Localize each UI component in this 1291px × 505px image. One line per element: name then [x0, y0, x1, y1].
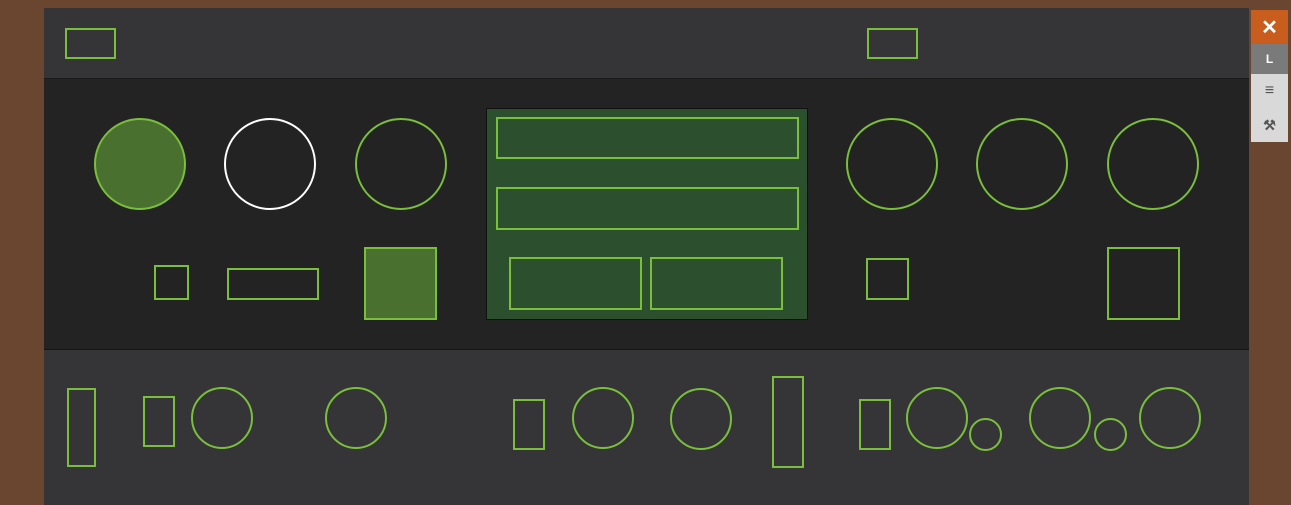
bottom-knob-small-2[interactable] — [1094, 418, 1127, 451]
tools-icon: ⚒ — [1263, 116, 1276, 133]
main-panel — [44, 79, 1249, 350]
bottom-knob-3[interactable] — [572, 387, 634, 449]
close-icon: ✕ — [1261, 16, 1278, 39]
bottom-toggle-1[interactable] — [143, 396, 175, 447]
pad-button-active[interactable] — [364, 247, 437, 320]
display-field-2[interactable] — [496, 187, 799, 230]
device-panel — [44, 8, 1249, 505]
bottom-knob-6[interactable] — [1029, 387, 1091, 449]
close-button[interactable]: ✕ — [1251, 10, 1288, 44]
left-rack-rail — [0, 0, 44, 505]
switch-left[interactable] — [227, 268, 319, 300]
lock-button[interactable]: L — [1251, 44, 1288, 74]
top-strip — [44, 8, 1249, 79]
display-field-1[interactable] — [496, 117, 799, 159]
lock-label: L — [1265, 52, 1274, 66]
small-toggle-right[interactable] — [866, 258, 909, 300]
bottom-fader-2[interactable] — [772, 376, 804, 468]
knob-2[interactable] — [224, 118, 316, 210]
bottom-toggle-2[interactable] — [513, 399, 545, 450]
bottom-knob-small-1[interactable] — [969, 418, 1002, 451]
pad-button-right[interactable] — [1107, 247, 1180, 320]
bottom-strip — [44, 350, 1249, 505]
menu-icon: ≡ — [1264, 82, 1275, 99]
knob-1[interactable] — [94, 118, 186, 210]
bottom-fader-1[interactable] — [67, 388, 96, 467]
bottom-toggle-3[interactable] — [859, 399, 891, 450]
display-button-right[interactable] — [650, 257, 783, 310]
knob-3[interactable] — [355, 118, 447, 210]
center-display — [486, 108, 808, 320]
bottom-knob-7[interactable] — [1139, 387, 1201, 449]
knob-5[interactable] — [976, 118, 1068, 210]
bottom-knob-2[interactable] — [325, 387, 387, 449]
bottom-knob-4[interactable] — [670, 388, 732, 450]
side-toolbar: ✕ L ≡ ⚒ — [1251, 10, 1288, 142]
menu-button[interactable]: ≡ — [1251, 74, 1288, 108]
top-right-button[interactable] — [867, 28, 918, 59]
tools-button[interactable]: ⚒ — [1251, 108, 1288, 142]
small-toggle-left[interactable] — [154, 265, 189, 300]
knob-6[interactable] — [1107, 118, 1199, 210]
bottom-knob-1[interactable] — [191, 387, 253, 449]
knob-4[interactable] — [846, 118, 938, 210]
display-button-left[interactable] — [509, 257, 642, 310]
top-left-button[interactable] — [65, 28, 116, 59]
bottom-knob-5[interactable] — [906, 387, 968, 449]
